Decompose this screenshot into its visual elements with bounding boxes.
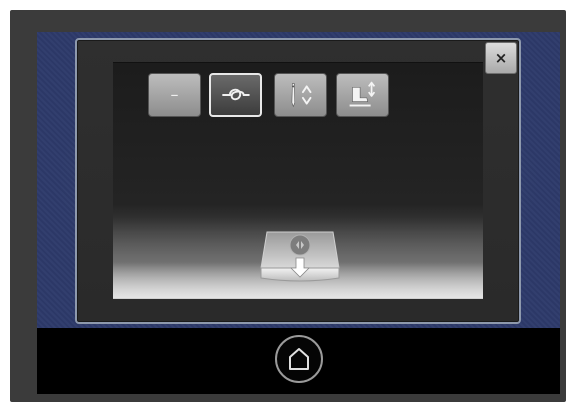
home-button[interactable]: [275, 335, 323, 383]
presser-foot-button[interactable]: [336, 73, 389, 117]
needle-stop-button[interactable]: [274, 73, 327, 117]
close-button[interactable]: ×: [485, 42, 517, 74]
home-icon: [289, 348, 309, 370]
save-to-tray-button[interactable]: [255, 224, 345, 288]
single-stitch-button[interactable]: –: [148, 73, 201, 117]
tie-off-button[interactable]: [209, 73, 262, 117]
knot-icon: [222, 88, 250, 101]
dash-icon: –: [170, 85, 179, 104]
presser-foot-icon: [349, 81, 376, 107]
save-to-tray-icon: [260, 231, 340, 282]
needle-up-down-icon: [291, 83, 312, 108]
